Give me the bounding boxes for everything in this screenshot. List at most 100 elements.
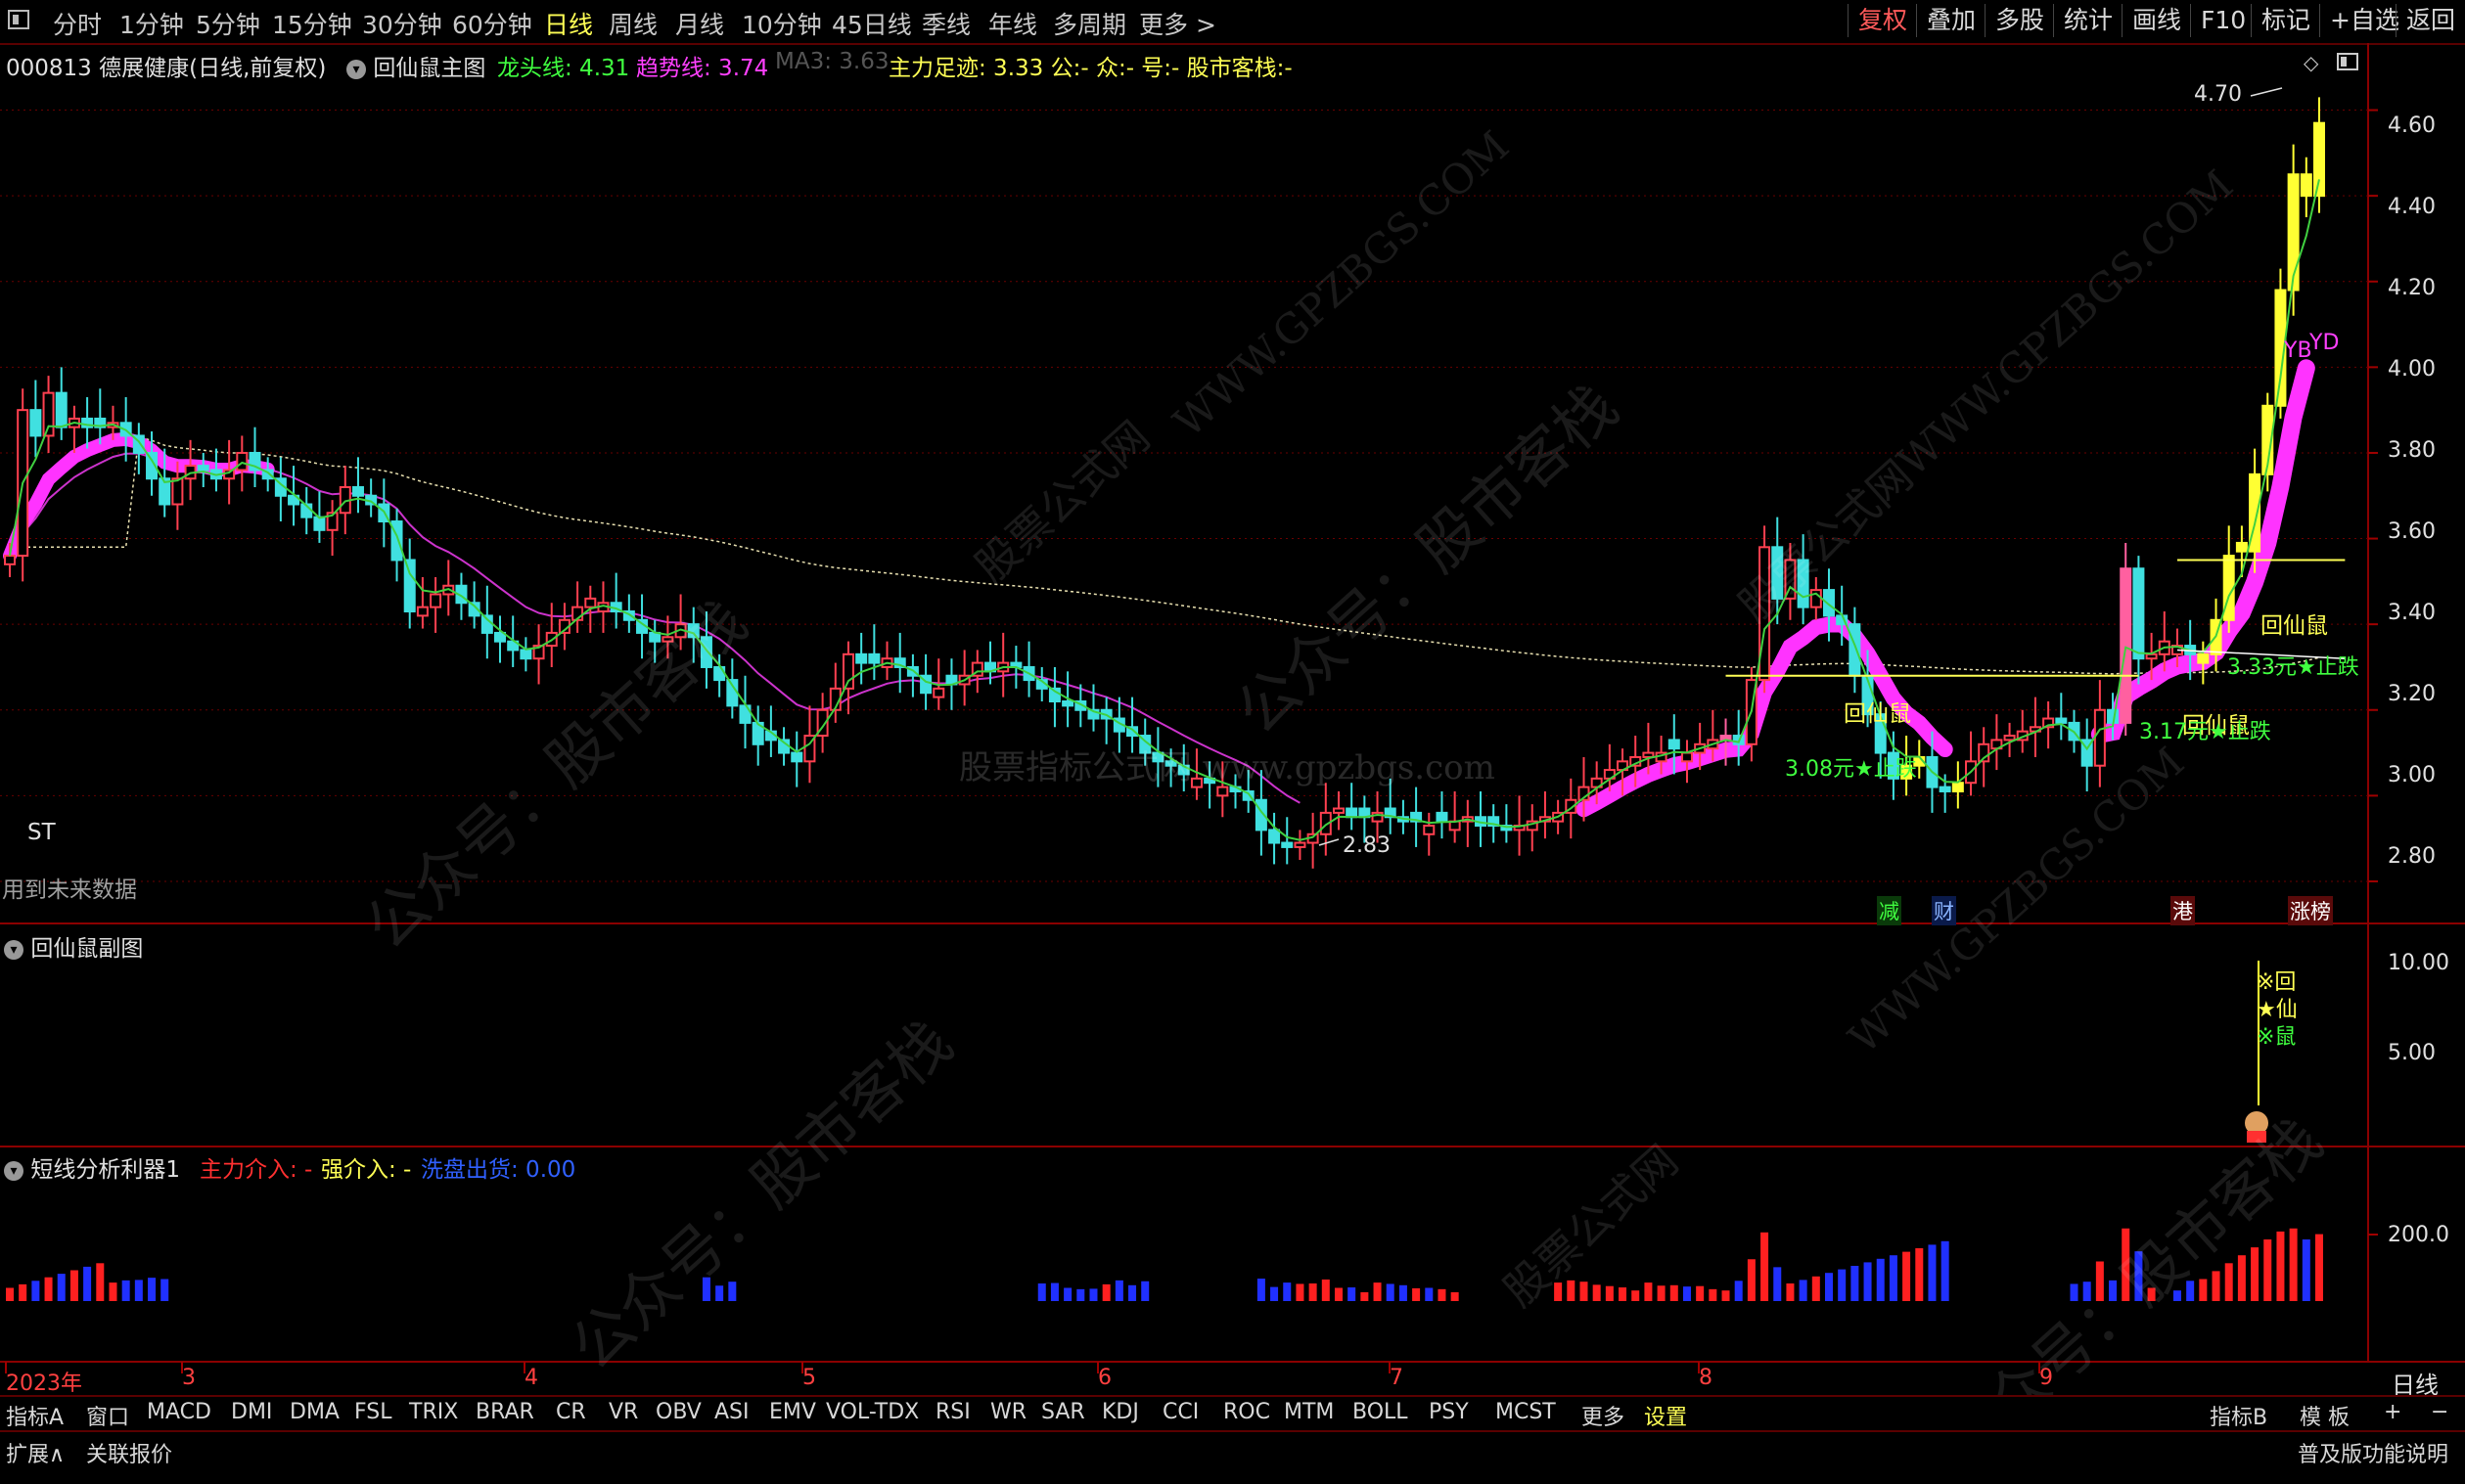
x-tick: 6 xyxy=(1098,1366,1112,1390)
chevron-down-icon[interactable]: ▾ xyxy=(4,1160,23,1181)
indicator-tab[interactable]: CCI xyxy=(1163,1400,1199,1424)
y-tick: 2.80 xyxy=(2388,844,2436,869)
volume-bar xyxy=(1838,1269,1847,1301)
indicator-tab[interactable]: VR xyxy=(609,1400,638,1424)
event-marker-zhangbang[interactable]: 涨榜 xyxy=(2288,896,2333,925)
volume-bar xyxy=(2276,1231,2285,1301)
volume-bar xyxy=(160,1279,169,1301)
volume-bar xyxy=(1682,1286,1691,1301)
kline-chart[interactable] xyxy=(0,0,2465,1468)
candle-body xyxy=(403,559,416,613)
indicator-tab[interactable]: 指标A xyxy=(6,1400,64,1431)
indicator-tab[interactable]: MTM xyxy=(1284,1400,1334,1424)
candle-body xyxy=(2055,717,2068,724)
volume-bar xyxy=(1438,1288,1446,1301)
indicator-tab[interactable]: KDJ xyxy=(1102,1400,1139,1424)
candle-body xyxy=(1423,825,1436,835)
expand-button[interactable]: 扩展∧ xyxy=(6,1437,65,1468)
volume-bar xyxy=(1592,1284,1601,1301)
candle-body xyxy=(855,652,868,664)
x-tick: 3 xyxy=(182,1366,196,1390)
candle-body xyxy=(2145,652,2158,660)
event-marker-gang[interactable]: 港 xyxy=(2170,896,2195,925)
candle-body xyxy=(791,751,803,763)
yd-label: YD xyxy=(2309,331,2340,355)
candle-body xyxy=(2093,708,2106,767)
volume-bar xyxy=(1669,1284,1678,1301)
candle-body xyxy=(1332,807,1345,814)
indicator-tab[interactable]: VOL-TDX xyxy=(826,1400,919,1424)
indicator-tab[interactable]: TRIX xyxy=(409,1400,458,1424)
volume-bar xyxy=(96,1263,105,1301)
indicator-tab[interactable]: MCST xyxy=(1495,1400,1556,1424)
event-marker-jian[interactable]: 减 xyxy=(1877,896,1901,925)
stop-fall-label: 3.17元★止跌 xyxy=(2139,720,2271,744)
indicator-tab[interactable]: FSL xyxy=(354,1400,392,1424)
volume-bar xyxy=(1799,1280,1807,1301)
volume-bar xyxy=(1709,1288,1717,1301)
volume-bar xyxy=(2289,1228,2298,1301)
volume-bar xyxy=(1347,1287,1356,1301)
y-tick: 10.00 xyxy=(2388,951,2449,975)
x-tick: 5 xyxy=(802,1366,816,1390)
volume-bar xyxy=(1141,1281,1150,1301)
volume-bar xyxy=(109,1282,117,1301)
volume-bar xyxy=(1734,1281,1743,1301)
related-quote-button[interactable]: 关联报价 xyxy=(86,1437,172,1468)
indicator-tab[interactable]: DMI xyxy=(231,1400,272,1424)
x-tick: 4 xyxy=(525,1366,538,1390)
indicator-tab[interactable]: ASI xyxy=(714,1400,750,1424)
volume-bar xyxy=(1386,1283,1394,1301)
lower-panel-title[interactable]: ▾ 短线分析利器1 xyxy=(4,1150,180,1184)
y-tick: 5.00 xyxy=(2388,1041,2436,1065)
candle-body xyxy=(4,555,16,565)
volume-bar xyxy=(1450,1292,1459,1301)
indicator-tab[interactable]: 更多 xyxy=(1581,1400,1624,1431)
indicator-control[interactable]: − xyxy=(2431,1400,2448,1424)
indicator-control[interactable]: + xyxy=(2384,1400,2401,1424)
indicator-control[interactable]: 模 板 xyxy=(2300,1400,2350,1431)
sub-panel-title[interactable]: ▾ 回仙鼠副图 xyxy=(4,929,143,963)
event-marker-cai[interactable]: 财 xyxy=(1932,896,1956,925)
volume-bar xyxy=(1824,1273,1833,1301)
indicator-tab[interactable]: RSI xyxy=(936,1400,971,1424)
y-tick: 3.00 xyxy=(2388,763,2436,787)
high-price-label: 4.70 xyxy=(2194,82,2242,107)
candle-body xyxy=(430,593,442,608)
indicator-tab[interactable]: WR xyxy=(990,1400,1027,1424)
indicator-control[interactable]: 指标B xyxy=(2210,1400,2267,1431)
x-tick: 2023年 xyxy=(6,1372,82,1396)
candle-body xyxy=(197,465,209,472)
candle-body xyxy=(584,597,597,608)
candle-body xyxy=(55,391,68,428)
volume-bar xyxy=(1308,1283,1317,1301)
volume-bar xyxy=(1398,1284,1407,1301)
indicator-tab[interactable]: BRAR xyxy=(476,1400,534,1424)
volume-bar xyxy=(44,1277,53,1301)
indicator-tab[interactable]: 窗口 xyxy=(86,1400,129,1431)
help-link[interactable]: 普及版功能说明 xyxy=(2298,1437,2448,1468)
indicator-tab[interactable]: DMA xyxy=(290,1400,340,1424)
chevron-down-icon[interactable]: ▾ xyxy=(4,939,23,960)
indicator-tab[interactable]: EMV xyxy=(769,1400,816,1424)
indicator-tab[interactable]: MACD xyxy=(147,1400,211,1424)
candle-body xyxy=(29,409,42,437)
volume-bar xyxy=(1128,1284,1137,1301)
wash-out: 洗盘出货: 0.00 xyxy=(421,1157,576,1183)
volume-bar xyxy=(1283,1282,1292,1301)
candle-body xyxy=(223,469,236,480)
indicator-tab[interactable]: CR xyxy=(556,1400,586,1424)
candle-body xyxy=(2222,555,2235,621)
zhuli-entry: 主力介入: - xyxy=(200,1157,313,1183)
volume-bar xyxy=(1412,1287,1421,1301)
candle-body xyxy=(1939,786,1951,792)
indicator-tab[interactable]: SAR xyxy=(1041,1400,1085,1424)
volume-bar xyxy=(1657,1285,1666,1301)
indicator-tab[interactable]: OBV xyxy=(656,1400,702,1424)
indicator-tab[interactable]: PSY xyxy=(1429,1400,1469,1424)
indicator-tab[interactable]: ROC xyxy=(1223,1400,1270,1424)
candle-body xyxy=(1951,782,1964,792)
volume-bar xyxy=(1876,1258,1885,1301)
indicator-tab[interactable]: 设置 xyxy=(1644,1400,1687,1431)
indicator-tab[interactable]: BOLL xyxy=(1352,1400,1408,1424)
